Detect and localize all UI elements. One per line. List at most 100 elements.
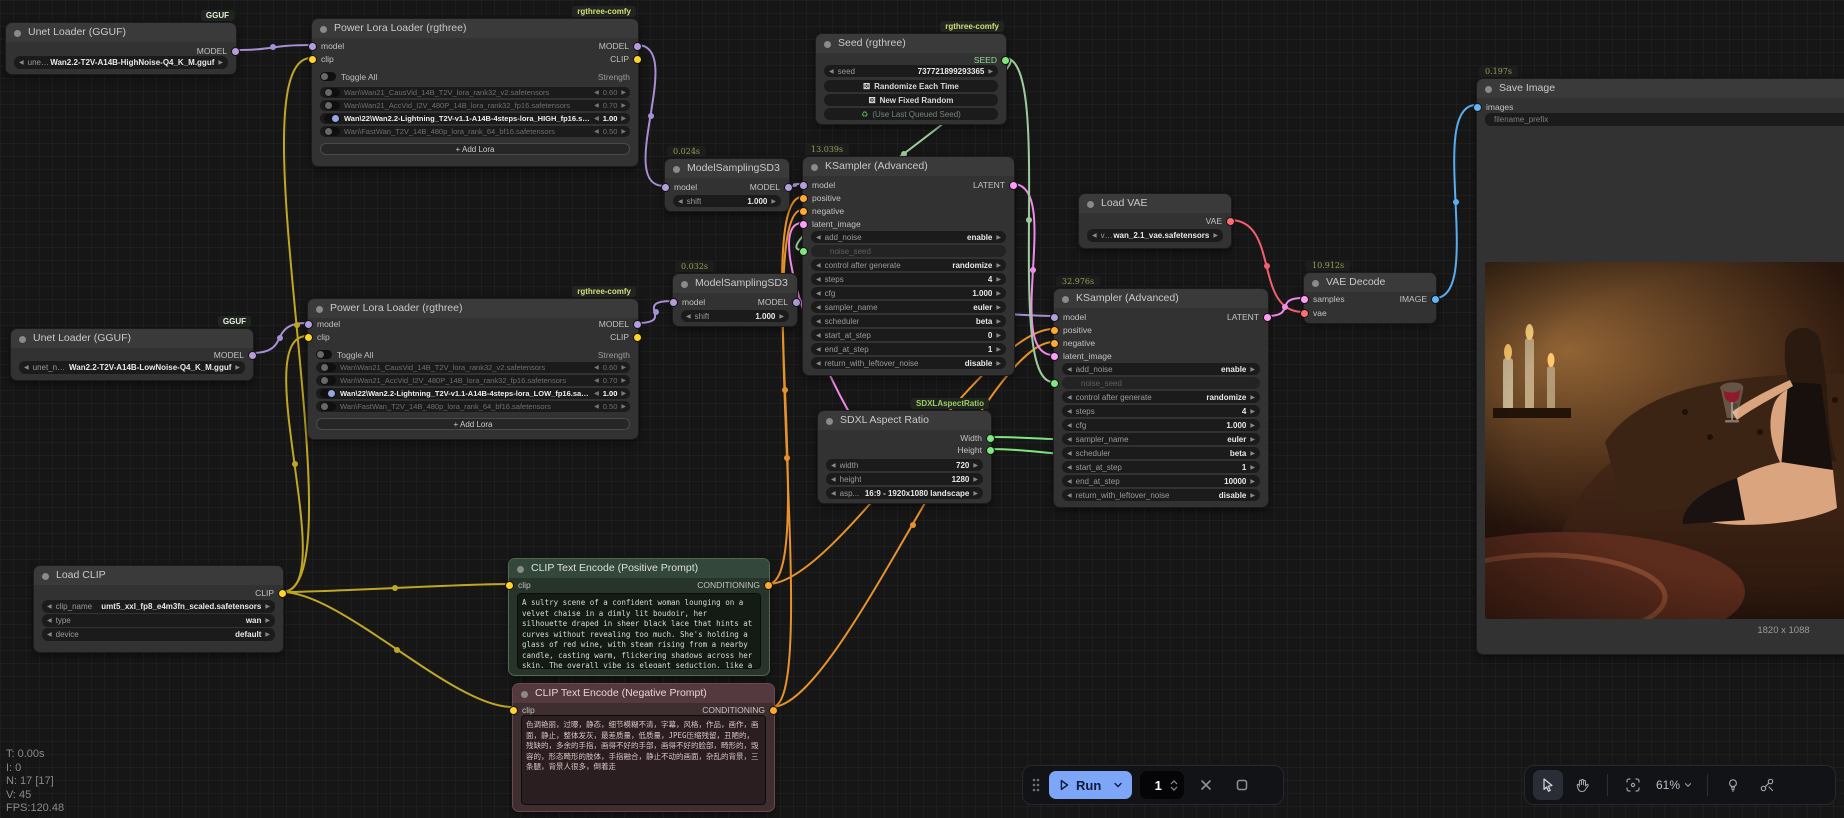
node-vae-decode[interactable]: 10.912s VAE Decode samples vae IMAGE	[1303, 272, 1437, 324]
input-port-latent-image[interactable]	[799, 220, 808, 229]
node-canvas[interactable]: GGUF Unet Loader (GGUF) MODEL ◀ unet_nam…	[0, 0, 1844, 818]
run-options-chevron-icon[interactable]	[1112, 779, 1124, 791]
input-port-positive[interactable]	[1050, 326, 1059, 335]
shift-widget[interactable]: ◀ shift 1.000 ▶	[681, 310, 789, 322]
node-ksampler-advanced-2[interactable]: 32.976s KSampler (Advanced) model positi…	[1053, 288, 1269, 508]
output-port-seed[interactable]	[1001, 56, 1010, 65]
node-ksampler-advanced-1[interactable]: 13.039s KSampler (Advanced) model positi…	[802, 156, 1015, 376]
lora-row[interactable]: Wan\Wan21_CausVid_14B_T2V_lora_rank32_v2…	[320, 87, 630, 98]
node-load-vae[interactable]: Load VAE VAE ◀ va ... wan_2.1_vae.safete…	[1078, 193, 1232, 249]
input-port-model[interactable]	[304, 320, 313, 329]
lora-toggle[interactable]	[324, 127, 340, 136]
cfg-widget[interactable]: ◀cfg1.000▶	[811, 287, 1006, 299]
input-port-samples[interactable]	[1300, 295, 1309, 304]
randomize-each-time-button[interactable]: ⚄ Randomize Each Time	[824, 80, 998, 92]
return-leftover-noise-widget[interactable]: ◀return_with_leftover_noisedisable▶	[1062, 489, 1260, 501]
seed-widget[interactable]: ◀ seed 737721899293365 ▶	[824, 65, 998, 77]
input-port-vae[interactable]	[1300, 309, 1309, 318]
input-port-clip[interactable]	[505, 581, 514, 590]
scheduler-widget[interactable]: ◀schedulerbeta▶	[1062, 447, 1260, 459]
add-lora-button[interactable]: + Add Lora	[320, 143, 630, 155]
positive-prompt-textarea[interactable]: A sultry scene of a confident woman loun…	[517, 593, 761, 669]
input-port-latent-image[interactable]	[1050, 352, 1059, 361]
decrement-arrow-icon[interactable]: ◀	[19, 59, 24, 66]
cfg-widget[interactable]: ◀cfg1.000▶	[1062, 419, 1260, 431]
lora-row-enabled[interactable]: Wan\22\Wan2.2-Lightning_T2V-v1.1-A14B-4s…	[316, 388, 630, 399]
node-power-lora-loader-low[interactable]: rgthree-comfy Power Lora Loader (rgthree…	[307, 298, 639, 440]
start-at-step-widget[interactable]: ◀start_at_step1▶	[1062, 461, 1260, 473]
output-port-height[interactable]	[986, 446, 995, 455]
toggle-all-switch[interactable]	[320, 72, 336, 81]
input-port-negative[interactable]	[799, 207, 808, 216]
output-port-model[interactable]	[792, 298, 801, 307]
sampler-name-widget[interactable]: ◀sampler_nameeuler▶	[811, 301, 1006, 313]
input-port-model[interactable]	[661, 183, 670, 192]
sampler-name-widget[interactable]: ◀sampler_nameeuler▶	[1062, 433, 1260, 445]
lora-toggle[interactable]	[320, 402, 336, 411]
cancel-run-button[interactable]	[1192, 771, 1220, 799]
lora-row[interactable]: Wan\Wan21_CausVid_14B_T2V_lora_rank32_v2…	[316, 362, 630, 373]
output-port-image[interactable]	[1431, 295, 1440, 304]
input-port-model[interactable]	[1050, 313, 1059, 322]
output-port-model[interactable]	[633, 42, 642, 51]
input-port-clip[interactable]	[304, 333, 313, 342]
output-port-model[interactable]	[231, 47, 240, 56]
input-port-clip[interactable]	[308, 55, 317, 64]
new-fixed-random-button[interactable]: ⚄ New Fixed Random	[824, 94, 998, 106]
steps-widget[interactable]: ◀steps4▶	[811, 273, 1006, 285]
output-port-conditioning[interactable]	[764, 581, 773, 590]
input-port-positive[interactable]	[799, 194, 808, 203]
add-lora-button[interactable]: + Add Lora	[316, 418, 630, 430]
node-unet-loader-gguf-high[interactable]: GGUF Unet Loader (GGUF) MODEL ◀ unet_nam…	[5, 22, 237, 75]
stop-button[interactable]	[1228, 771, 1256, 799]
toggle-theme-button[interactable]	[1718, 770, 1748, 800]
node-clip-text-encode-negative[interactable]: CLIP Text Encode (Negative Prompt) clip …	[512, 683, 775, 812]
node-load-clip[interactable]: Load CLIP CLIP ◀clip_nameumt5_xxl_fp8_e4…	[33, 565, 284, 653]
control-after-generate-widget[interactable]: ◀control after generaterandomize▶	[811, 259, 1006, 271]
output-port-model[interactable]	[784, 183, 793, 192]
shift-widget[interactable]: ◀ shift 1.000 ▶	[673, 195, 781, 207]
toggle-all-row[interactable]: Toggle All Strength	[316, 349, 630, 360]
node-power-lora-loader-high[interactable]: rgthree-comfy Power Lora Loader (rgthree…	[311, 18, 639, 167]
device-widget[interactable]: ◀devicedefault▶	[42, 628, 275, 641]
output-port-vae[interactable]	[1226, 217, 1235, 226]
unet-name-widget[interactable]: ◀ unet_name Wan2.2-T2V-A14B-HighNoise-Q4…	[14, 56, 228, 69]
batch-count-stepper[interactable]: 1	[1140, 771, 1184, 799]
input-port-model[interactable]	[308, 42, 317, 51]
output-port-conditioning[interactable]	[769, 706, 778, 715]
output-port-model[interactable]	[633, 320, 642, 329]
scheduler-widget[interactable]: ◀schedulerbeta▶	[811, 315, 1006, 327]
end-at-step-widget[interactable]: ◀end_at_step10000▶	[1062, 475, 1260, 487]
negative-prompt-textarea[interactable]: 色调艳丽，过曝，静态，细节模糊不清，字幕，风格，作品，画作，画面，静止，整体发灰…	[521, 715, 766, 805]
input-port-clip[interactable]	[509, 706, 518, 715]
count-up-icon[interactable]	[1170, 780, 1178, 785]
height-widget[interactable]: ◀height1280▶	[826, 473, 983, 485]
output-port-width[interactable]	[986, 434, 995, 443]
output-port-clip[interactable]	[633, 55, 642, 64]
lora-toggle[interactable]	[324, 114, 340, 123]
input-port-noise-seed[interactable]	[799, 247, 808, 256]
type-widget[interactable]: ◀typewan▶	[42, 614, 275, 627]
node-seed-rgthree[interactable]: rgthree-comfy Seed (rgthree) SEED ◀ seed…	[815, 33, 1007, 125]
use-last-queued-seed-button[interactable]: ♻ (Use Last Queued Seed)	[824, 108, 998, 120]
output-port-clip[interactable]	[278, 589, 287, 598]
output-port-model[interactable]	[248, 351, 257, 360]
pan-tool-button[interactable]	[1567, 770, 1597, 800]
lora-row[interactable]: Wan\Wan21_AccVid_I2V_480P_14B_lora_rank3…	[316, 375, 630, 386]
filename-prefix-widget[interactable]: filename_prefix	[1485, 113, 1844, 126]
node-model-sampling-sd3-2[interactable]: 0.032s ModelSamplingSD3 model MODEL ◀ sh…	[672, 273, 798, 327]
input-port-images[interactable]	[1473, 103, 1482, 112]
add-noise-widget[interactable]: ◀add_noiseenable▶	[811, 231, 1006, 243]
increment-arrow-icon[interactable]: ▶	[218, 59, 223, 66]
lora-toggle[interactable]	[324, 101, 340, 110]
node-save-image[interactable]: 0.197s Save Image images filename_prefix	[1476, 78, 1844, 655]
output-port-clip[interactable]	[633, 333, 642, 342]
noise-seed-widget[interactable]: noise_seed	[811, 245, 1006, 257]
lora-row[interactable]: Wan\Wan21_AccVid_I2V_480P_14B_lora_rank3…	[320, 100, 630, 111]
node-unet-loader-gguf-low[interactable]: GGUF Unet Loader (GGUF) MODEL ◀ unet_nam…	[10, 328, 254, 381]
output-port-latent[interactable]	[1263, 313, 1272, 322]
add-noise-widget[interactable]: ◀add_noiseenable▶	[1062, 363, 1260, 375]
preview-image[interactable]	[1485, 262, 1844, 619]
steps-widget[interactable]: ◀steps4▶	[1062, 405, 1260, 417]
end-at-step-widget[interactable]: ◀end_at_step1▶	[811, 343, 1006, 355]
